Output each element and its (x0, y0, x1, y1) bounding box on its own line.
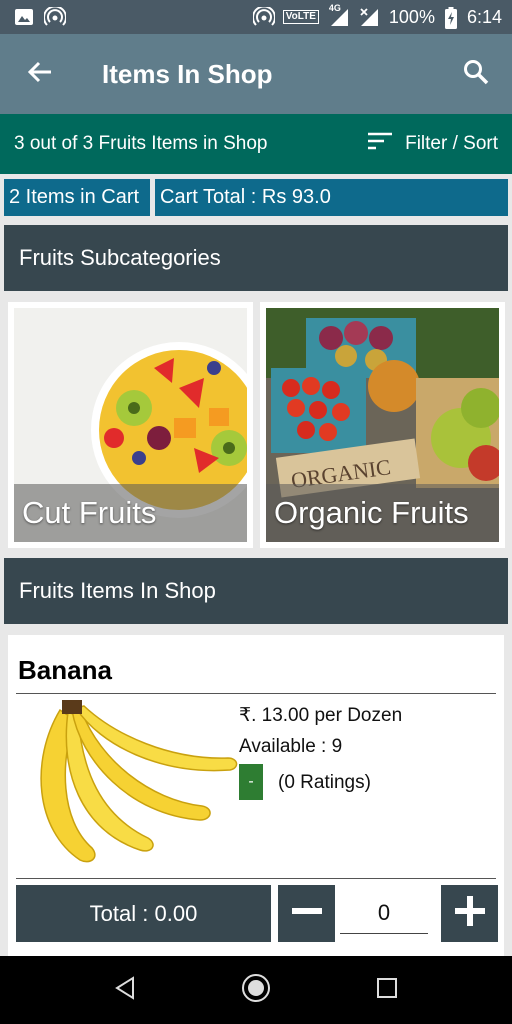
product-availability: Available : 9 (239, 736, 343, 757)
subcategories-header: Fruits Subcategories (4, 225, 508, 291)
nav-recents-button[interactable] (362, 965, 412, 1015)
hotspot-icon (251, 5, 276, 27)
cut-fruits-image: Cut Fruits (14, 308, 247, 542)
product-details: ₹. 13.00 per Dozen Available : 9 - (0 Ra… (16, 694, 496, 879)
battery-icon (444, 7, 457, 29)
filter-icon (367, 131, 393, 157)
subcategory-organic-fruits[interactable]: ORGANIC Organic Fruits (260, 302, 505, 548)
cart-count-button[interactable]: 2 Items in Cart (4, 179, 150, 216)
nav-recents-icon (376, 977, 398, 1004)
subcategory-label: Cut Fruits (14, 484, 247, 542)
volte-badge: VoLTE (282, 10, 319, 24)
cart-total-button[interactable]: Cart Total : Rs 93.0 (155, 179, 508, 216)
product-price: ₹. 13.00 per Dozen (239, 705, 403, 726)
ratings-count: (0 Ratings) (278, 772, 371, 793)
total-label: Total : 0.00 (89, 900, 198, 926)
gallery-icon (14, 7, 34, 27)
nav-home-icon (241, 973, 271, 1008)
page-title: Items In Shop (102, 58, 273, 89)
signal-icon: 4G (329, 3, 349, 27)
nav-home-button[interactable] (231, 965, 281, 1015)
hotspot-icon (43, 5, 67, 27)
items-summary-bar: 3 out of 3 Fruits Items in Shop Filter /… (0, 114, 512, 174)
filter-sort-button[interactable]: Filter / Sort (367, 131, 498, 157)
signal-icon (359, 7, 379, 27)
filter-sort-label: Filter / Sort (405, 133, 498, 154)
navigation-bar (0, 956, 512, 1024)
cart-count-label: 2 Items in Cart (9, 186, 140, 208)
plus-icon (454, 895, 486, 932)
cart-total-label: Cart Total : Rs 93.0 (160, 186, 331, 208)
battery-level: 100% (388, 6, 435, 27)
organic-fruits-image: ORGANIC Organic Fruits (266, 308, 499, 542)
cart-controls: Total : 0.00 (16, 879, 498, 949)
rating-badge: - (239, 764, 263, 800)
network-type: 4G (328, 3, 341, 13)
back-button[interactable] (0, 34, 80, 114)
clock: 6:14 (466, 6, 502, 27)
items-section-header: Fruits Items In Shop (4, 558, 508, 624)
product-name: Banana (16, 653, 496, 694)
items-section-title: Fruits Items In Shop (19, 578, 216, 603)
increase-quantity-button[interactable] (441, 885, 498, 942)
decrease-quantity-button[interactable] (278, 885, 335, 942)
subcategory-label: Organic Fruits (266, 484, 499, 542)
total-button[interactable]: Total : 0.00 (16, 885, 271, 942)
minus-icon (291, 895, 323, 932)
quantity-input[interactable] (340, 893, 428, 934)
search-icon (463, 59, 489, 90)
app-bar: Items In Shop (0, 34, 512, 114)
product-card[interactable]: Banana ₹. 13.00 per Dozen Available : 9 … (8, 635, 504, 965)
nav-back-button[interactable] (100, 965, 150, 1015)
search-button[interactable] (440, 34, 512, 114)
items-summary: 3 out of 3 Fruits Items in Shop (14, 133, 268, 154)
arrow-back-icon (27, 59, 53, 90)
subcategories-title: Fruits Subcategories (19, 245, 221, 270)
banana-image (20, 700, 238, 870)
nav-back-icon (114, 975, 136, 1005)
status-bar: VoLTE 4G 100% 6:14 (0, 0, 512, 34)
subcategory-cut-fruits[interactable]: Cut Fruits (8, 302, 253, 548)
